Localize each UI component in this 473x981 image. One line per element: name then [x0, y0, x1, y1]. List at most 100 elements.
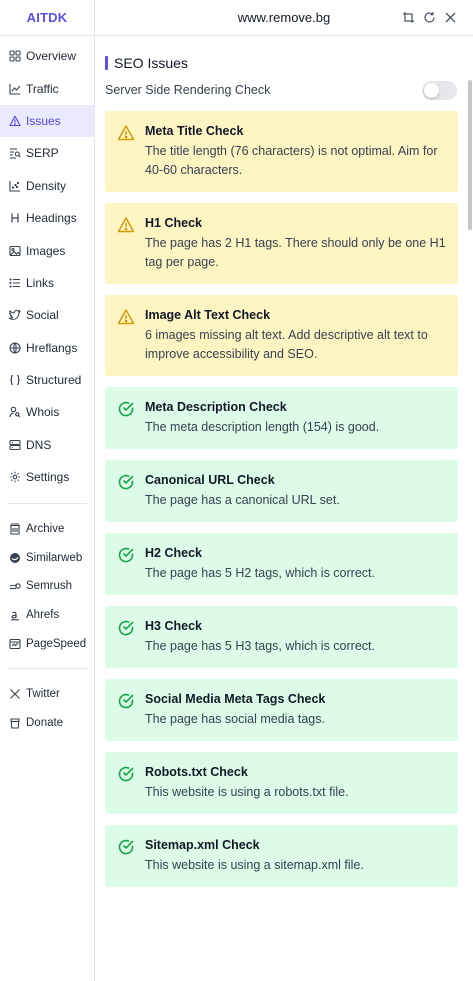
check-description: The page has social media tags.: [145, 712, 325, 726]
sidebar-item-issues[interactable]: Issues: [0, 104, 94, 138]
check-card-h3: H3 Check The page has 5 H3 tags, which i…: [105, 606, 458, 668]
sidebar-item-whois[interactable]: Whois: [0, 396, 94, 428]
sidebar-item-links[interactable]: Links: [0, 267, 94, 299]
site-domain: www.remove.bg: [237, 10, 331, 25]
sidebar-item-structured[interactable]: Structured: [0, 364, 94, 396]
sidebar-item-label: Issues: [26, 113, 61, 128]
density-icon: [9, 180, 21, 192]
check-description: The title length (76 characters) is not …: [145, 144, 438, 177]
refresh-icon[interactable]: [423, 11, 436, 24]
sidebar-item-label: Structured: [26, 373, 82, 388]
sidebar-item-label: Archive: [26, 522, 65, 535]
sidebar-item-ahrefs[interactable]: Ahrefs: [0, 601, 94, 630]
social-links: Twitter Donate: [0, 679, 94, 737]
divider: [7, 668, 87, 670]
toggle-knob: [424, 82, 439, 98]
sidebar-item-density[interactable]: Density: [0, 170, 94, 202]
divider: [7, 503, 87, 505]
sidebar-item-pagespeed[interactable]: PageSpeed: [0, 630, 94, 659]
main-nav: Overview Traffic Issues SERP Density Hea…: [0, 36, 94, 493]
window-tools: [402, 11, 457, 24]
crop-icon[interactable]: [402, 11, 415, 24]
check-card-meta-description: Meta Description Check The meta descript…: [105, 387, 458, 449]
check-description: The page has 2 H1 tags. There should onl…: [145, 236, 446, 269]
semrush-icon: [9, 580, 21, 592]
check-circle-icon: [117, 400, 135, 418]
brand-logo[interactable]: AITDK: [0, 0, 94, 36]
sidebar-item-label: DNS: [26, 437, 52, 452]
ahrefs-icon: [9, 609, 21, 621]
pagespeed-icon: [9, 638, 21, 650]
check-title: H3 Check: [145, 619, 202, 633]
check-card-sitemap: Sitemap.xml Check This website is using …: [105, 825, 458, 887]
check-title: Image Alt Text Check: [145, 308, 271, 322]
sidebar-item-label: Similarweb: [26, 551, 83, 564]
sidebar-item-label: Social: [26, 308, 59, 323]
sidebar-item-similarweb[interactable]: Similarweb: [0, 543, 94, 572]
ssr-check-label: Server Side Rendering Check: [105, 83, 271, 97]
sidebar-item-label: Overview: [26, 49, 77, 64]
sidebar: AITDK Overview Traffic Issues SERP Densi…: [0, 0, 95, 981]
sidebar-item-donate[interactable]: Donate: [0, 708, 94, 737]
grid-icon: [9, 50, 21, 62]
ssr-toggle[interactable]: [422, 80, 457, 100]
archive-icon: [9, 523, 21, 535]
warning-icon: [9, 115, 21, 127]
checks-list: Meta Title Check The title length (76 ch…: [105, 111, 458, 887]
check-circle-icon: [117, 692, 135, 710]
sidebar-item-label: Ahrefs: [26, 609, 60, 622]
sidebar-item-label: Headings: [26, 211, 77, 226]
globe-icon: [9, 342, 21, 354]
sidebar-item-label: Settings: [26, 470, 70, 485]
sidebar-item-headings[interactable]: Headings: [0, 202, 94, 234]
check-circle-icon: [117, 619, 135, 637]
close-icon[interactable]: [444, 11, 457, 24]
scrollbar[interactable]: [467, 36, 473, 981]
heading-icon: [9, 212, 21, 224]
check-description: This website is using a robots.txt file.: [145, 785, 349, 799]
check-circle-icon: [117, 546, 135, 564]
external-tools: Archive Similarweb Semrush Ahrefs PageSp…: [0, 514, 94, 658]
sidebar-item-semrush[interactable]: Semrush: [0, 572, 94, 601]
sidebar-item-settings[interactable]: Settings: [0, 461, 94, 493]
section-header: SEO Issues: [105, 51, 458, 74]
check-circle-icon: [117, 838, 135, 856]
check-card-meta-title: Meta Title Check The title length (76 ch…: [105, 111, 458, 192]
check-description: The page has a canonical URL set.: [145, 493, 340, 507]
twitter-bird-icon: [9, 309, 21, 321]
similarweb-icon: [9, 552, 21, 564]
sidebar-item-images[interactable]: Images: [0, 234, 94, 266]
sidebar-item-label: SERP: [26, 146, 59, 161]
check-title: Social Media Meta Tags Check: [145, 692, 326, 706]
sidebar-item-label: Donate: [26, 716, 64, 729]
check-card-canonical: Canonical URL Check The page has a canon…: [105, 460, 458, 522]
sidebar-item-overview[interactable]: Overview: [0, 40, 94, 72]
sidebar-item-serp[interactable]: SERP: [0, 137, 94, 169]
page-title: SEO Issues: [114, 54, 188, 71]
top-bar: www.remove.bg: [95, 0, 473, 36]
check-card-h1: H1 Check The page has 2 H1 tags. There s…: [105, 203, 458, 284]
check-title: H1 Check: [145, 216, 202, 230]
warning-icon: [117, 124, 135, 142]
check-card-h2: H2 Check The page has 5 H2 tags, which i…: [105, 533, 458, 595]
check-description: 6 images missing alt text. Add descripti…: [145, 328, 428, 361]
check-title: Meta Description Check: [145, 400, 287, 414]
check-card-social-meta: Social Media Meta Tags Check The page ha…: [105, 679, 458, 741]
sidebar-item-social[interactable]: Social: [0, 299, 94, 331]
warning-icon: [117, 308, 135, 326]
sidebar-item-archive[interactable]: Archive: [0, 514, 94, 543]
scrollbar-thumb[interactable]: [468, 80, 472, 230]
check-circle-icon: [117, 765, 135, 783]
warning-icon: [117, 216, 135, 234]
check-circle-icon: [117, 473, 135, 491]
sidebar-item-twitter[interactable]: Twitter: [0, 679, 94, 708]
sidebar-item-label: Twitter: [26, 687, 60, 700]
server-icon: [9, 439, 21, 451]
check-title: H2 Check: [145, 546, 202, 560]
check-description: The page has 5 H2 tags, which is correct…: [145, 566, 375, 580]
sidebar-item-label: Density: [26, 178, 67, 193]
sidebar-item-dns[interactable]: DNS: [0, 429, 94, 461]
serp-icon: [9, 147, 21, 159]
sidebar-item-traffic[interactable]: Traffic: [0, 72, 94, 104]
sidebar-item-hreflangs[interactable]: Hreflangs: [0, 332, 94, 364]
